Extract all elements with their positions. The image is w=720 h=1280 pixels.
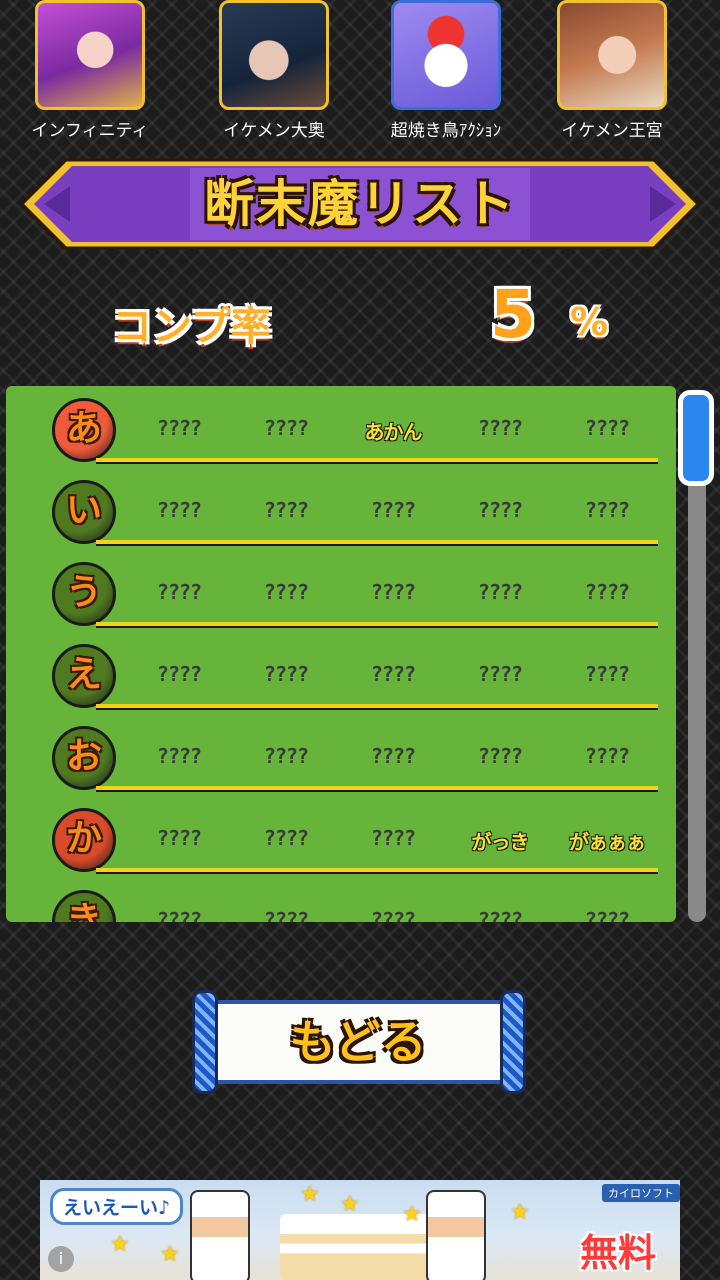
list-row: い???????????????????? [6,468,676,550]
scream-entry[interactable]: ???? [233,826,339,850]
info-icon[interactable]: i [48,1246,74,1272]
ad-banner[interactable]: ★ ★ ★ ★ ★ ★ えいえーい♪ カイロソフト 無料 i [40,1180,680,1280]
scream-entry[interactable]: がっき [447,826,553,855]
app-icon-ikemen-oukyu [557,0,667,110]
app-name: イケメン王宮 [561,121,663,141]
scream-entry[interactable]: ???? [340,498,446,522]
scream-list-panel[interactable]: あ???????? あかん???????? い???????????????????… [6,386,676,922]
scream-entry[interactable]: ???? [447,498,553,522]
scream-list: あ???????? あかん???????? い???????????????????… [6,386,676,922]
kana-badge: か [52,808,116,872]
scream-entry[interactable]: ???? [126,826,232,850]
scream-entry[interactable]: ???? [233,662,339,686]
scream-entry[interactable]: ???? [340,744,446,768]
list-row: か???????????? がっき がぁぁぁ [6,796,676,878]
ad-free-badge: 無料 [580,1231,657,1275]
scream-entry[interactable]: がぁぁぁ [554,826,660,855]
star-icon: ★ [340,1192,360,1217]
chef-sprite-right [426,1190,486,1280]
kana-badge: え [52,644,116,708]
row-divider [96,458,658,464]
row-divider [96,622,658,628]
row-divider [96,540,658,546]
ad-brand-logo: カイロソフト [602,1184,680,1202]
back-button-label: もどる [289,1015,427,1069]
list-row: あ???????? あかん???????? [6,386,676,468]
scream-entry[interactable]: ???? [233,580,339,604]
scream-entry[interactable]: ???? [126,744,232,768]
completion-unit: % [570,300,609,344]
scream-entry[interactable]: ???? [126,908,232,922]
app-link-infinity[interactable]: インフィニティ [10,0,170,141]
kana-badge: あ [52,398,116,462]
scream-entry[interactable]: ???? [447,662,553,686]
app-link-ikemen-oukyu[interactable]: イケメン王宮 [532,0,692,141]
list-row: え???????????????????? [6,632,676,714]
star-icon: ★ [160,1242,180,1267]
star-icon: ★ [110,1232,130,1257]
scream-entry[interactable]: ???? [554,662,660,686]
completion-value: 5 [490,276,536,353]
star-icon: ★ [300,1182,320,1207]
row-divider [96,868,658,874]
back-button[interactable]: もどる [186,986,532,1100]
scream-entry[interactable]: ???? [233,744,339,768]
chef-sprite-left [190,1190,250,1280]
kana-badge: お [52,726,116,790]
scream-entry[interactable]: ???? [340,580,446,604]
scream-entry[interactable]: ???? [447,908,553,922]
scream-entry[interactable]: ???? [126,416,232,440]
scream-entry[interactable]: ???? [447,416,553,440]
app-icon-ikemen-ooku [219,0,329,110]
page-title: 断末魔リスト [204,175,516,233]
scream-entry[interactable]: ???? [126,662,232,686]
app-link-ikemen-ooku[interactable]: イケメン大奥 [194,0,354,141]
scream-entry[interactable]: あかん [340,416,446,445]
app-icon-infinity [35,0,145,110]
app-icon-yakitori [391,0,501,110]
list-row: お???????????????????? [6,714,676,796]
star-icon: ★ [402,1202,422,1227]
kana-badge: う [52,562,116,626]
scream-entry[interactable]: ???? [233,908,339,922]
row-divider [96,704,658,710]
scream-entry[interactable]: ???? [126,580,232,604]
title-banner: 断末魔リスト [20,158,700,250]
scream-entry[interactable]: ???? [233,416,339,440]
app-name: インフィニティ [31,121,149,141]
ad-speech-bubble: えいえーい♪ [50,1188,184,1225]
scream-entry[interactable]: ???? [340,662,446,686]
scream-entry[interactable]: ???? [340,826,446,850]
scream-entry[interactable]: ???? [126,498,232,522]
scream-entry[interactable]: ???? [554,744,660,768]
scream-entry[interactable]: ???? [447,580,553,604]
scrollbar-thumb[interactable] [678,390,714,486]
list-row: き???????????????????? [6,878,676,922]
scream-entry[interactable]: ???? [340,908,446,922]
app-promo-bar: インフィニティ イケメン大奥 超焼き鳥ｱｸｼｮﾝ イケメン王宮 [0,0,720,150]
list-row: う???????????????????? [6,550,676,632]
scream-entry[interactable]: ???? [447,744,553,768]
row-divider [96,786,658,792]
scream-entry[interactable]: ???? [233,498,339,522]
kana-badge: き [52,890,116,922]
scream-entry[interactable]: ???? [554,580,660,604]
scream-entry[interactable]: ???? [554,908,660,922]
app-link-yakitori[interactable]: 超焼き鳥ｱｸｼｮﾝ [366,0,526,141]
scream-entry[interactable]: ???? [554,416,660,440]
completion-label: コンプ率 [112,304,271,350]
app-name: 超焼き鳥ｱｸｼｮﾝ [390,121,502,141]
kana-badge: い [52,480,116,544]
star-icon: ★ [510,1200,530,1225]
scream-entry[interactable]: ???? [554,498,660,522]
app-name: イケメン大奥 [223,121,325,141]
